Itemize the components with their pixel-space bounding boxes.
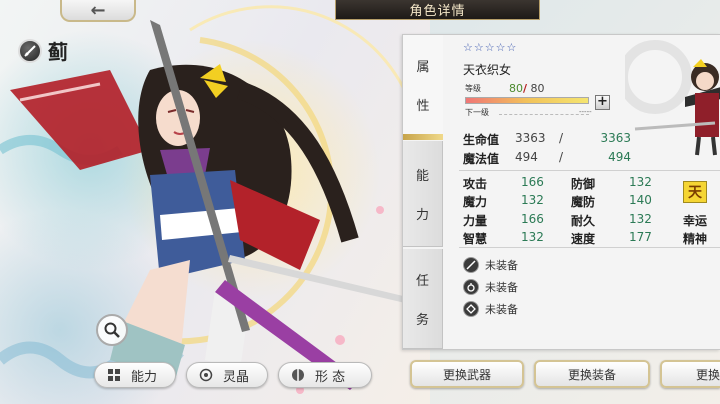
- armor-slot-icon: [463, 301, 479, 317]
- crystal-button[interactable]: 灵晶: [186, 362, 268, 388]
- stat-defense: 防御 132: [571, 175, 652, 192]
- tab-attributes-label-2: 性: [416, 98, 430, 114]
- mp-separator: /: [559, 150, 564, 164]
- next-level-line: [499, 114, 589, 115]
- magnifier-icon: [104, 322, 120, 338]
- accessory-slot-icon: [463, 279, 479, 295]
- stat-magic-defense-label: 魔防: [571, 195, 596, 209]
- sword-slot-icon: [463, 257, 479, 273]
- tab-attributes-label-1: 属: [416, 59, 430, 75]
- level-value: 80/ 80: [509, 82, 545, 95]
- page-title: 角色详情: [335, 0, 540, 20]
- next-level-label: 下一级: [465, 108, 489, 117]
- stat-magic-defense-value: 140: [629, 193, 652, 207]
- ability-button[interactable]: 能力: [94, 362, 176, 388]
- stat-attack: 攻击 166: [463, 175, 544, 192]
- stat-spirit-label: 精神: [683, 232, 708, 246]
- crystal-button-label: 灵晶: [223, 369, 250, 385]
- crystal-icon: [197, 366, 215, 384]
- equip-slot-armor[interactable]: 未装备: [463, 301, 518, 317]
- stat-strength-label: 力量: [463, 214, 488, 228]
- equip-slot-weapon[interactable]: 未装备: [463, 257, 518, 273]
- divider: [459, 170, 720, 171]
- stat-strength-value: 166: [521, 212, 544, 226]
- stat-defense-label: 防御: [571, 177, 596, 191]
- equip-slot-accessory-label: 未装备: [485, 281, 518, 294]
- form-button-label: 形 态: [315, 369, 346, 385]
- tab-quest-label-2: 务: [415, 312, 429, 328]
- form-icon: [289, 366, 307, 384]
- equip-slot-weapon-label: 未装备: [485, 259, 518, 272]
- character-name-block: 蓟: [18, 36, 68, 65]
- stat-wisdom: 智慧 132: [463, 230, 544, 247]
- stat-magic-label: 魔力: [463, 195, 488, 209]
- tab-ability-label-1: 能: [415, 168, 429, 184]
- hp-row: 生命值 3363 / 3363: [463, 131, 643, 147]
- character-portrait: [625, 37, 720, 167]
- hp-current: 3363: [515, 131, 546, 145]
- level-separator: /: [523, 82, 528, 95]
- stat-speed-value: 177: [629, 230, 652, 244]
- tab-quest-label-1: 任: [415, 273, 429, 289]
- katana-icon: [18, 38, 42, 63]
- grid-icon: [105, 366, 123, 384]
- ability-button-label: 能力: [131, 369, 158, 385]
- stat-magic-defense: 魔防 140: [571, 193, 652, 210]
- level-up-button[interactable]: +: [595, 95, 610, 110]
- class-name: 天衣织女: [463, 63, 512, 77]
- change-equipment-button[interactable]: 更换装备: [534, 360, 650, 388]
- change-weapon-button[interactable]: 更换武器: [410, 360, 524, 388]
- rarity-stars: ☆☆☆☆☆: [463, 41, 518, 54]
- mp-label: 魔法值: [463, 152, 500, 166]
- mp-row: 魔法值 494 / 494: [463, 150, 643, 166]
- stat-endurance-value: 132: [629, 212, 652, 226]
- stat-wisdom-label: 智慧: [463, 232, 488, 246]
- stat-luck-label: 幸运: [683, 214, 708, 228]
- next-level-value: -----: [579, 108, 592, 116]
- stat-wisdom-value: 132: [521, 230, 544, 244]
- stat-magic-value: 132: [521, 193, 544, 207]
- equip-slot-armor-label: 未装备: [485, 303, 518, 316]
- zoom-button[interactable]: [96, 314, 128, 346]
- xp-bar-fill: [466, 98, 588, 103]
- form-button[interactable]: 形 态: [278, 362, 372, 388]
- stat-attack-value: 166: [521, 175, 544, 189]
- active-tab-marker: [403, 134, 443, 140]
- tab-ability[interactable]: 能 力: [403, 141, 443, 247]
- stat-attack-label: 攻击: [463, 177, 488, 191]
- level-current: 80: [509, 82, 523, 95]
- stat-luck: 幸运: [683, 212, 707, 229]
- stat-defense-value: 132: [629, 175, 652, 189]
- title-badge[interactable]: 天: [683, 181, 707, 203]
- change-third-button[interactable]: 更换: [660, 360, 720, 388]
- xp-bar: [465, 97, 589, 104]
- stat-strength: 力量 166: [463, 212, 544, 229]
- stats-panel: 属 性 能 力 任 务 ☆☆☆☆☆ 天衣织女 等级 80/ 80 + 下一级 -…: [402, 34, 720, 350]
- tab-quest[interactable]: 任 务: [403, 249, 443, 349]
- level-label: 等级: [465, 84, 481, 93]
- level-max: 80: [530, 82, 545, 95]
- stat-endurance-label: 耐久: [571, 214, 596, 228]
- stat-spirit: 精神: [683, 230, 707, 247]
- hp-label: 生命值: [463, 133, 500, 147]
- tab-ability-label-2: 力: [415, 207, 429, 223]
- stat-speed-label: 速度: [571, 232, 596, 246]
- divider: [459, 247, 720, 248]
- stat-speed: 速度 177: [571, 230, 652, 247]
- back-button[interactable]: ←: [60, 0, 136, 22]
- tab-attributes[interactable]: 属 性: [403, 35, 443, 135]
- hp-separator: /: [559, 131, 564, 145]
- stat-endurance: 耐久 132: [571, 212, 652, 229]
- equip-slot-accessory[interactable]: 未装备: [463, 279, 518, 295]
- mp-current: 494: [515, 150, 538, 164]
- back-arrow-icon: ←: [90, 0, 106, 21]
- character-name: 蓟: [48, 40, 68, 64]
- stat-magic: 魔力 132: [463, 193, 544, 210]
